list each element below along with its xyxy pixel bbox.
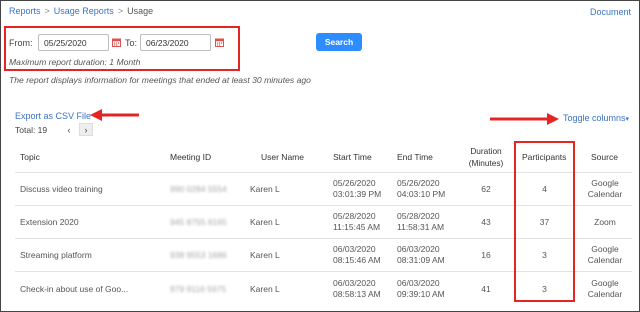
- cell-start-date: 05/28/2020: [333, 211, 376, 221]
- total-count: Total: 19: [15, 125, 48, 135]
- caret-down-icon: ▾: [625, 116, 630, 123]
- cell-start-time: 08:15:46 AM: [333, 255, 381, 265]
- cell-source-line1: Zoom: [594, 217, 616, 227]
- cell-duration: 16: [481, 250, 491, 260]
- cell-meeting-id: 979 9116 5975: [170, 284, 227, 294]
- from-date-input[interactable]: [38, 34, 109, 51]
- cell-end-time: 08:31:09 AM: [397, 255, 445, 265]
- cell-end-time: 11:58:31 AM: [397, 222, 445, 232]
- info-note: The report displays information for meet…: [9, 75, 311, 85]
- cell-duration: 43: [481, 217, 491, 227]
- toggle-columns-label: Toggle columns: [563, 113, 626, 123]
- cell-end-date: 06/03/2020: [397, 278, 440, 288]
- cell-start-date: 06/03/2020: [333, 244, 376, 254]
- header-topic: Topic: [20, 152, 40, 162]
- cell-duration: 62: [481, 184, 491, 194]
- from-label: From:: [9, 38, 33, 48]
- cell-end-time: 09:39:10 AM: [397, 289, 445, 299]
- header-meeting-id: Meeting ID: [170, 152, 212, 162]
- cell-start-date: 06/03/2020: [333, 278, 376, 288]
- arrow-annotation: [90, 108, 140, 122]
- breadcrumb: Reports > Usage Reports > Usage: [9, 6, 153, 16]
- cell-end-date: 05/28/2020: [397, 211, 440, 221]
- calendar-icon[interactable]: [215, 38, 224, 47]
- cell-topic: Discuss video training: [20, 184, 103, 194]
- breadcrumb-separator: >: [117, 6, 124, 16]
- cell-user: Karen L: [250, 284, 280, 294]
- cell-end-time: 04:03:10 PM: [397, 189, 446, 199]
- cell-start-time: 08:58:13 AM: [333, 289, 381, 299]
- chevron-right-icon[interactable]: ›: [79, 123, 93, 136]
- cell-source-line2: Calendar: [587, 255, 623, 265]
- documentation-link[interactable]: Document: [590, 7, 631, 17]
- cell-meeting-id: 945 8755 6165: [170, 217, 227, 227]
- breadcrumb-current: Usage: [127, 6, 154, 16]
- cell-source-line2: Calendar: [587, 189, 623, 199]
- cell-topic: Streaming platform: [20, 250, 92, 260]
- header-user-name: User Name: [261, 152, 304, 162]
- cell-user: Karen L: [250, 250, 280, 260]
- header-duration: Duration (Minutes): [466, 145, 506, 169]
- header-end-time: End Time: [397, 152, 433, 162]
- cell-meeting-id: 990 0284 5554: [170, 184, 227, 194]
- search-button[interactable]: Search: [316, 33, 362, 51]
- cell-start-time: 11:15:45 AM: [333, 222, 381, 232]
- cell-meeting-id: 938 9553 1686: [170, 250, 227, 260]
- header-duration-line1: Duration: [470, 146, 502, 156]
- breadcrumb-separator: >: [44, 6, 50, 16]
- calendar-icon[interactable]: [112, 38, 121, 47]
- breadcrumb-reports[interactable]: Reports: [9, 6, 41, 16]
- cell-end-date: 05/26/2020: [397, 178, 440, 188]
- cell-source-line1: Google: [591, 244, 619, 254]
- header-source: Source: [591, 152, 618, 162]
- header-duration-line2: (Minutes): [468, 158, 504, 168]
- arrow-annotation: [489, 112, 559, 126]
- to-label: To:: [125, 38, 138, 48]
- cell-start-time: 03:01:39 PM: [333, 189, 382, 199]
- max-duration-note: Maximum report duration: 1 Month: [9, 57, 141, 67]
- cell-duration: 41: [481, 284, 491, 294]
- cell-user: Karen L: [250, 217, 280, 227]
- participants-column-highlight: [514, 141, 575, 302]
- cell-source-line1: Google: [591, 278, 619, 288]
- cell-topic: Check-in about use of Goo...: [20, 284, 129, 294]
- toggle-columns-link[interactable]: Toggle columns▾: [563, 113, 629, 123]
- cell-topic: Extension 2020: [20, 217, 79, 227]
- cell-end-date: 06/03/2020: [397, 244, 440, 254]
- cell-start-date: 05/26/2020: [333, 178, 376, 188]
- to-date-input[interactable]: [140, 34, 211, 51]
- cell-source-line1: Google: [591, 178, 619, 188]
- cell-user: Karen L: [250, 184, 280, 194]
- cell-source-line2: Calendar: [587, 289, 623, 299]
- breadcrumb-usage-reports[interactable]: Usage Reports: [54, 6, 114, 16]
- export-csv-link[interactable]: Export as CSV File: [15, 111, 91, 121]
- chevron-left-icon[interactable]: ‹: [62, 123, 76, 136]
- header-start-time: Start Time: [333, 152, 372, 162]
